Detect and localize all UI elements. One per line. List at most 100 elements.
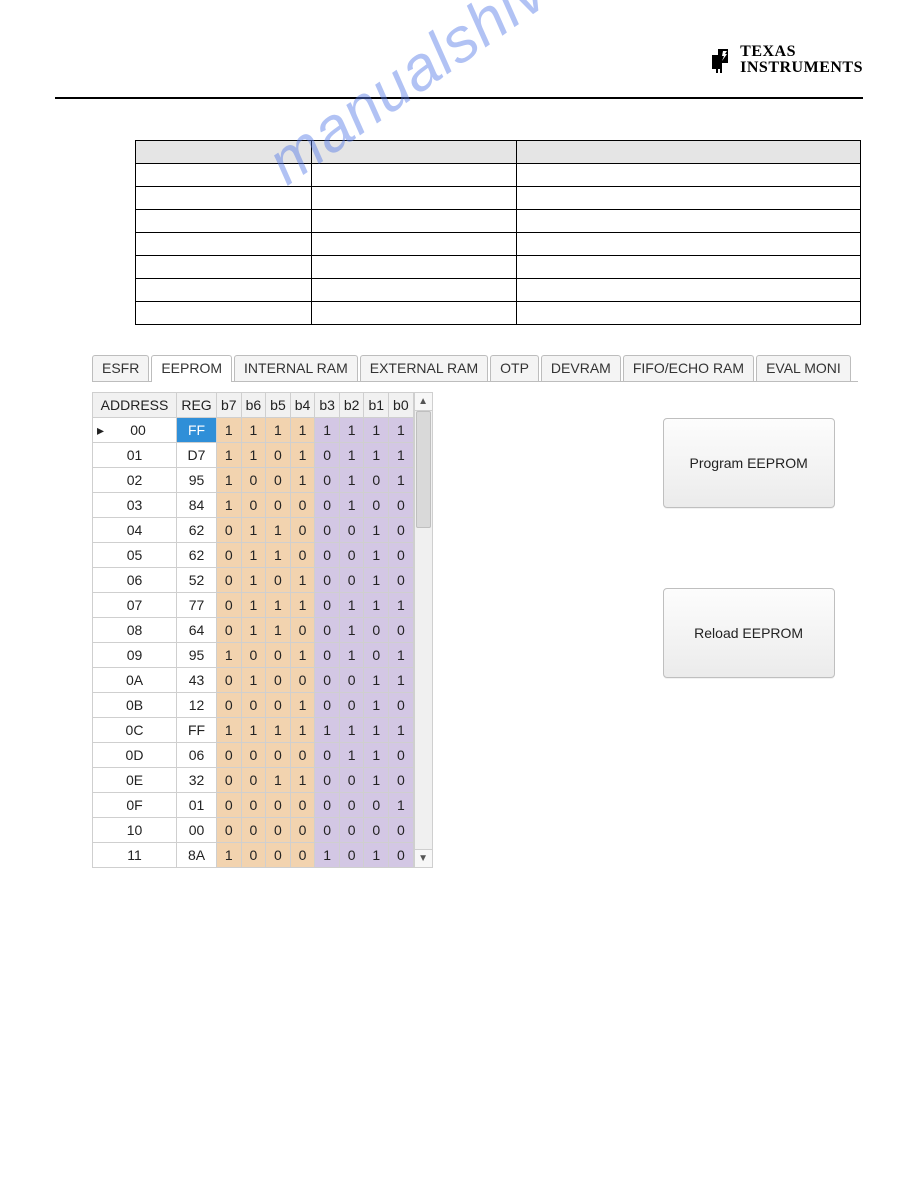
cell-bit[interactable]: 0 — [389, 768, 414, 793]
cell-address[interactable]: 01 — [93, 443, 177, 468]
cell-bit[interactable]: 1 — [241, 518, 266, 543]
cell-bit[interactable]: 0 — [315, 593, 340, 618]
cell-bit[interactable]: 0 — [241, 468, 266, 493]
cell-bit[interactable]: 1 — [389, 793, 414, 818]
cell-bit[interactable]: 0 — [389, 618, 414, 643]
cell-reg[interactable]: 95 — [177, 468, 217, 493]
scrollbar-thumb[interactable] — [416, 411, 431, 528]
cell-bit[interactable]: 1 — [217, 493, 242, 518]
cell-bit[interactable]: 0 — [315, 793, 340, 818]
cell-reg[interactable]: 64 — [177, 618, 217, 643]
cell-address[interactable]: 02 — [93, 468, 177, 493]
cell-bit[interactable]: 0 — [266, 793, 291, 818]
cell-bit[interactable]: 1 — [266, 418, 291, 443]
cell-bit[interactable]: 1 — [266, 593, 291, 618]
cell-bit[interactable]: 0 — [217, 543, 242, 568]
cell-bit[interactable]: 1 — [389, 718, 414, 743]
cell-address[interactable]: 0A — [93, 668, 177, 693]
grid-scrollbar[interactable]: ▲ ▼ — [414, 392, 433, 868]
cell-bit[interactable]: 0 — [290, 493, 315, 518]
cell-reg[interactable]: 52 — [177, 568, 217, 593]
cell-reg[interactable]: 77 — [177, 593, 217, 618]
cell-bit[interactable]: 0 — [389, 818, 414, 843]
scrollbar-down-arrow-icon[interactable]: ▼ — [415, 849, 432, 867]
cell-bit[interactable]: 1 — [364, 543, 389, 568]
cell-bit[interactable]: 0 — [339, 693, 364, 718]
cell-bit[interactable]: 0 — [364, 468, 389, 493]
cell-bit[interactable]: 1 — [217, 643, 242, 668]
cell-bit[interactable]: 0 — [315, 493, 340, 518]
cell-bit[interactable]: 1 — [389, 593, 414, 618]
cell-bit[interactable]: 0 — [266, 843, 291, 868]
cell-address[interactable]: 0E — [93, 768, 177, 793]
cell-bit[interactable]: 1 — [339, 468, 364, 493]
cell-reg[interactable]: 00 — [177, 818, 217, 843]
cell-bit[interactable]: 1 — [266, 768, 291, 793]
cell-bit[interactable]: 1 — [364, 743, 389, 768]
cell-bit[interactable]: 0 — [364, 643, 389, 668]
cell-bit[interactable]: 0 — [241, 693, 266, 718]
tab-external-ram[interactable]: EXTERNAL RAM — [360, 355, 488, 381]
cell-bit[interactable]: 0 — [315, 693, 340, 718]
cell-bit[interactable]: 0 — [364, 618, 389, 643]
cell-bit[interactable]: 0 — [364, 793, 389, 818]
cell-reg[interactable]: 95 — [177, 643, 217, 668]
cell-reg[interactable]: 8A — [177, 843, 217, 868]
cell-bit[interactable]: 0 — [315, 568, 340, 593]
table-row[interactable]: 0E3200110010 — [93, 768, 414, 793]
cell-bit[interactable]: 0 — [217, 793, 242, 818]
cell-bit[interactable]: 0 — [217, 593, 242, 618]
cell-reg[interactable]: 62 — [177, 518, 217, 543]
tab-devram[interactable]: DEVRAM — [541, 355, 621, 381]
cell-bit[interactable]: 0 — [315, 743, 340, 768]
cell-bit[interactable]: 0 — [339, 518, 364, 543]
cell-bit[interactable]: 1 — [339, 743, 364, 768]
cell-bit[interactable]: 1 — [389, 668, 414, 693]
cell-bit[interactable]: 1 — [241, 543, 266, 568]
cell-bit[interactable]: 1 — [364, 693, 389, 718]
cell-bit[interactable]: 1 — [290, 443, 315, 468]
cell-bit[interactable]: 0 — [217, 618, 242, 643]
cell-bit[interactable]: 0 — [315, 543, 340, 568]
table-row[interactable]: 0A4301000011 — [93, 668, 414, 693]
cell-bit[interactable]: 1 — [217, 418, 242, 443]
cell-address[interactable]: 0D — [93, 743, 177, 768]
cell-bit[interactable]: 1 — [364, 518, 389, 543]
cell-bit[interactable]: 1 — [315, 843, 340, 868]
table-row[interactable]: 077701110111 — [93, 593, 414, 618]
cell-bit[interactable]: 0 — [266, 693, 291, 718]
cell-bit[interactable]: 0 — [315, 643, 340, 668]
table-row[interactable]: 0F0100000001 — [93, 793, 414, 818]
cell-bit[interactable]: 0 — [364, 493, 389, 518]
cell-bit[interactable]: 0 — [241, 793, 266, 818]
cell-bit[interactable]: 0 — [339, 568, 364, 593]
cell-address[interactable]: 07 — [93, 593, 177, 618]
cell-bit[interactable]: 0 — [339, 843, 364, 868]
cell-bit[interactable]: 1 — [315, 718, 340, 743]
cell-bit[interactable]: 1 — [364, 668, 389, 693]
tab-fifo-echo-ram[interactable]: FIFO/ECHO RAM — [623, 355, 754, 381]
cell-bit[interactable]: 0 — [290, 843, 315, 868]
cell-bit[interactable]: 1 — [364, 443, 389, 468]
cell-bit[interactable]: 0 — [266, 668, 291, 693]
table-row[interactable]: 029510010101 — [93, 468, 414, 493]
cell-bit[interactable]: 0 — [290, 818, 315, 843]
cell-bit[interactable]: 0 — [217, 818, 242, 843]
tab-esfr[interactable]: ESFR — [92, 355, 149, 381]
cell-bit[interactable]: 1 — [364, 843, 389, 868]
cell-bit[interactable]: 0 — [241, 743, 266, 768]
cell-bit[interactable]: 1 — [290, 418, 315, 443]
cell-bit[interactable]: 1 — [290, 768, 315, 793]
cell-bit[interactable]: 0 — [217, 743, 242, 768]
cell-address[interactable]: 09 — [93, 643, 177, 668]
cell-bit[interactable]: 1 — [241, 718, 266, 743]
cell-bit[interactable]: 0 — [389, 568, 414, 593]
cell-bit[interactable]: 1 — [389, 643, 414, 668]
cell-bit[interactable]: 1 — [266, 518, 291, 543]
cell-bit[interactable]: 0 — [241, 643, 266, 668]
cell-bit[interactable]: 0 — [389, 543, 414, 568]
cell-bit[interactable]: 1 — [389, 468, 414, 493]
cell-bit[interactable]: 0 — [339, 768, 364, 793]
cell-bit[interactable]: 1 — [364, 718, 389, 743]
cell-bit[interactable]: 1 — [364, 593, 389, 618]
